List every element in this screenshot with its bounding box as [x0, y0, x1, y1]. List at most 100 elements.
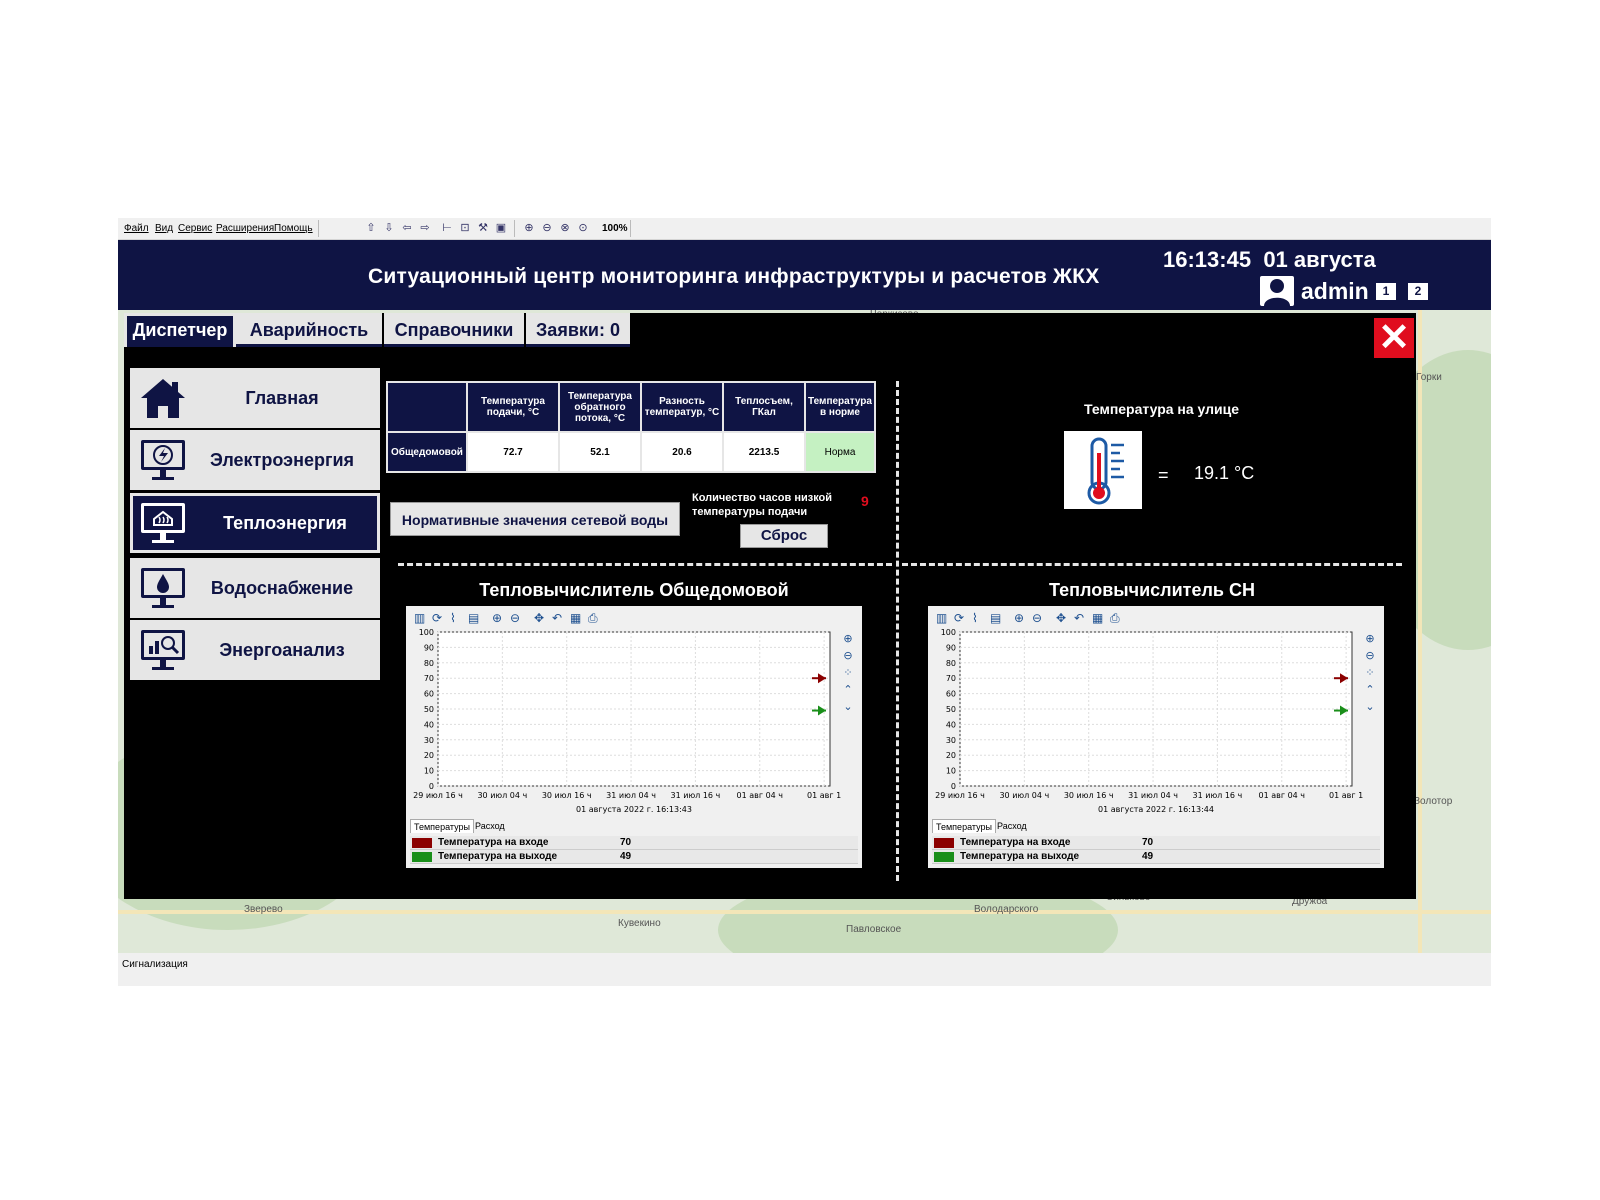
x-tick-label: 30 июл 16 ч — [542, 791, 592, 800]
menu-help[interactable]: Помощь — [274, 223, 313, 234]
zoom-reset-icon[interactable]: ⊙ — [576, 221, 590, 235]
toolbar-separator — [630, 220, 631, 237]
table-header: Разность температур, °С — [640, 381, 724, 433]
chart-panel-sn[interactable]: ▥ ⟳ ⌇ ▤ ⊕ ⊖ ✥ ↶ ▦ ⎙ 0 10 20 30 40 50 60 70 80 90 100 29 июл 1… — [928, 606, 1384, 868]
refresh-icon[interactable]: ⟳ — [954, 611, 964, 625]
line-chart-icon[interactable]: ⌇ — [972, 611, 978, 625]
legend-row: Температура на входе 70 — [410, 836, 858, 850]
fit-icon[interactable]: ⁘ — [843, 666, 852, 679]
tab-references[interactable]: Справочники — [384, 313, 524, 347]
status-bar: Сигнализация — [118, 953, 1491, 986]
zoom-out-icon[interactable]: ⊖ — [1032, 611, 1042, 625]
street-temp-label: Температура на улице — [1084, 401, 1240, 417]
zoom-out-icon[interactable]: ⊖ — [843, 649, 852, 662]
zoom-out-icon[interactable]: ⊖ — [1365, 649, 1374, 662]
nav-home[interactable]: Главная — [130, 368, 380, 428]
y-tick-label: 90 — [946, 643, 956, 652]
zoom-fit-icon[interactable]: ⊗ — [558, 221, 572, 235]
pdf-icon[interactable]: ▤ — [468, 611, 479, 625]
nav-label: Теплоэнергия — [223, 512, 347, 533]
map-label: Золотор — [1414, 796, 1453, 807]
y-tick-label: 90 — [424, 643, 434, 652]
tab-dispatcher[interactable]: Диспетчер — [124, 313, 236, 347]
map-label: Володарского — [974, 904, 1039, 915]
tab-accidents[interactable]: Аварийность — [236, 313, 382, 347]
image-icon[interactable]: ▣ — [494, 221, 508, 235]
arrow-down-icon[interactable]: ⇩ — [382, 221, 396, 235]
page-1-button[interactable]: 1 — [1376, 283, 1396, 300]
x-tick-label: 31 июл 16 ч — [671, 791, 721, 800]
tree-icon[interactable]: ⊢ — [440, 221, 454, 235]
nav-heat[interactable]: Теплоэнергия — [130, 493, 380, 553]
chart-icon[interactable]: ▥ — [936, 611, 947, 625]
chart-panel-common[interactable]: ▥ ⟳ ⌇ ▤ ⊕ ⊖ ✥ ↶ ▦ ⎙ 0 10 20 30 40 50 60 70 80 90 100 29 июл 1… — [406, 606, 862, 868]
pdf-icon[interactable]: ▤ — [990, 611, 1001, 625]
chart-tab-temperatures[interactable]: Температуры — [410, 819, 474, 833]
menu-service[interactable]: Сервис — [178, 223, 212, 234]
zoom-in-icon[interactable]: ⊕ — [492, 611, 502, 625]
nav-label: Водоснабжение — [210, 577, 354, 598]
y-tick-label: 100 — [941, 628, 956, 637]
arrow-left-icon[interactable]: ⇦ — [400, 221, 414, 235]
map-road — [1418, 310, 1422, 953]
chart-icon[interactable]: ▥ — [414, 611, 425, 625]
close-icon[interactable]: ✕ — [1374, 318, 1414, 358]
print-icon[interactable]: ⎙ — [588, 611, 598, 625]
x-tick-label: 30 июл 16 ч — [1064, 791, 1114, 800]
zoom-level[interactable]: 100% — [602, 223, 628, 234]
arrow-right-icon[interactable]: ⇨ — [418, 221, 432, 235]
scroll-up-icon[interactable]: ⌃ — [843, 683, 852, 696]
nav-energy-analysis[interactable]: Энергоанализ — [130, 620, 380, 680]
x-tick-label: 29 июл 16 ч — [935, 791, 985, 800]
fit-icon[interactable]: ⊡ — [458, 221, 472, 235]
table-header: Температура подачи, °С — [466, 381, 560, 433]
temperature-chart[interactable]: ▥ ⟳ ⌇ ▤ ⊕ ⊖ ✥ ↶ ▦ ⎙ 0 10 20 30 40 50 60 70 80 90 100 29 июл 1… — [928, 606, 1384, 818]
zoom-in-icon[interactable]: ⊕ — [1014, 611, 1024, 625]
arrow-up-icon[interactable]: ⇧ — [364, 221, 378, 235]
y-tick-label: 0 — [951, 782, 956, 791]
y-tick-label: 40 — [946, 720, 956, 729]
reset-button[interactable]: Сброс — [740, 524, 828, 548]
pan-icon[interactable]: ✥ — [1056, 611, 1066, 625]
y-tick-label: 60 — [946, 690, 956, 699]
chart-tab-flow[interactable]: Расход — [994, 819, 1030, 833]
chart-tab-flow[interactable]: Расход — [472, 819, 508, 833]
scroll-down-icon[interactable]: ⌄ — [843, 700, 852, 713]
undo-icon[interactable]: ↶ — [1074, 611, 1084, 625]
scroll-down-icon[interactable]: ⌄ — [1365, 700, 1374, 713]
y-tick-label: 70 — [424, 674, 434, 683]
menu-file[interactable]: Файл — [124, 223, 149, 234]
scroll-up-icon[interactable]: ⌃ — [1365, 683, 1374, 696]
fit-icon[interactable]: ⁘ — [1365, 666, 1374, 679]
username[interactable]: admin — [1301, 278, 1369, 305]
excel-icon[interactable]: ▦ — [570, 611, 581, 625]
divider-vertical — [896, 381, 899, 881]
zoom-in-icon[interactable]: ⊕ — [1365, 632, 1374, 645]
print-icon[interactable]: ⎙ — [1110, 611, 1120, 625]
date: 01 августа — [1263, 247, 1376, 272]
legend-swatch — [412, 852, 432, 862]
zoom-in-icon[interactable]: ⊕ — [522, 221, 536, 235]
legend-value: 70 — [620, 837, 632, 848]
menu-extensions[interactable]: Расширения — [216, 223, 274, 234]
excel-icon[interactable]: ▦ — [1092, 611, 1103, 625]
nav-water[interactable]: Водоснабжение — [130, 558, 380, 618]
refresh-icon[interactable]: ⟳ — [432, 611, 442, 625]
chart-tab-temperatures[interactable]: Температуры — [932, 819, 996, 833]
tools-icon[interactable]: ⚒ — [476, 221, 490, 235]
menu-view[interactable]: Вид — [155, 223, 173, 234]
tab-requests[interactable]: Заявки: 0 — [526, 313, 630, 347]
legend-row: Температура на выходе 49 — [410, 850, 858, 864]
y-tick-label: 50 — [424, 705, 434, 714]
line-chart-icon[interactable]: ⌇ — [450, 611, 456, 625]
normative-values-button[interactable]: Нормативные значения сетевой воды — [390, 502, 680, 536]
page-2-button[interactable]: 2 — [1408, 283, 1428, 300]
nav-electricity[interactable]: Электроэнергия — [130, 430, 380, 490]
zoom-in-icon[interactable]: ⊕ — [843, 632, 852, 645]
zoom-out-icon[interactable]: ⊖ — [540, 221, 554, 235]
zoom-out-icon[interactable]: ⊖ — [510, 611, 520, 625]
pan-icon[interactable]: ✥ — [534, 611, 544, 625]
undo-icon[interactable]: ↶ — [552, 611, 562, 625]
status-cell: Норма — [804, 431, 876, 473]
temperature-chart[interactable]: ▥ ⟳ ⌇ ▤ ⊕ ⊖ ✥ ↶ ▦ ⎙ 0 10 20 30 40 50 60 70 80 90 100 29 июл 1… — [406, 606, 862, 818]
